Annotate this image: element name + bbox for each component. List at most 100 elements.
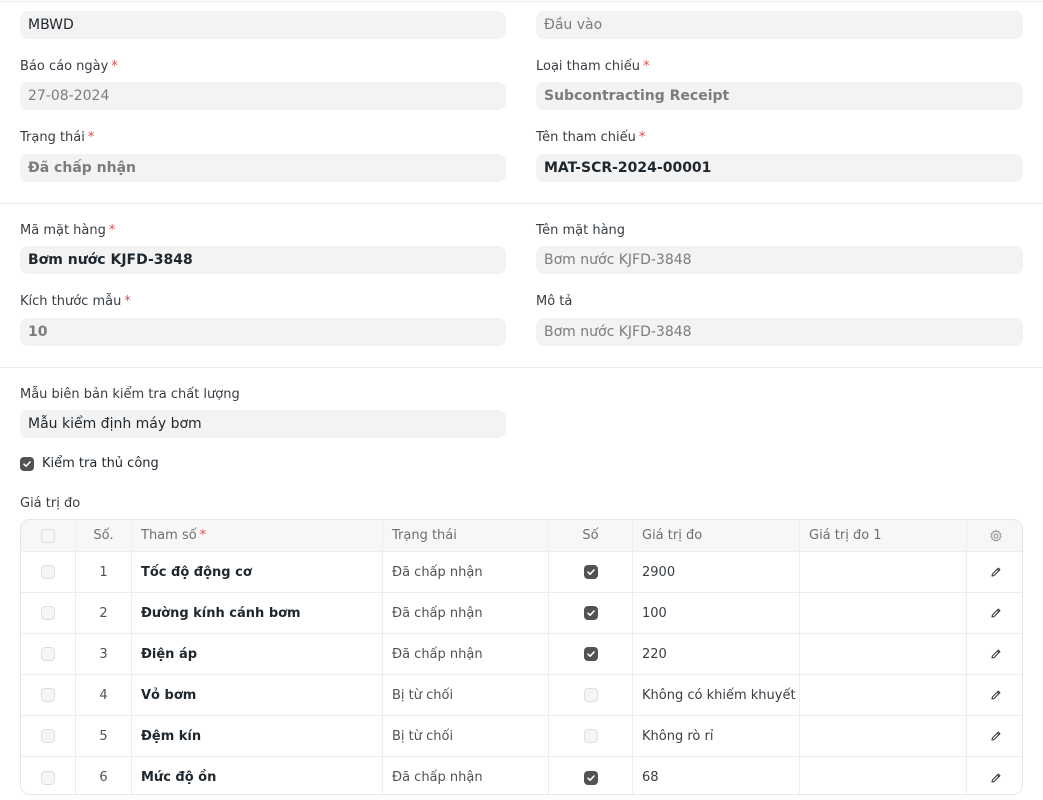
row-parameter[interactable]: Mức độ ồn (132, 757, 383, 794)
check-icon[interactable] (20, 456, 34, 471)
template-value: Mẫu kiểm định máy bơm (28, 416, 202, 432)
item-code-field[interactable]: Bơm nước KJFD-3848 (20, 246, 506, 274)
col-header-reading-1: Giá trị đo 1 (800, 520, 967, 551)
description-value: Bơm nước KJFD-3848 (544, 324, 692, 340)
row-numeric-checkbox[interactable] (583, 606, 598, 620)
row-numeric-checkbox[interactable] (583, 565, 598, 579)
row-select-checkbox[interactable] (41, 729, 55, 743)
row-index: 4 (76, 675, 132, 715)
pencil-icon (990, 730, 1002, 742)
row-reading-1[interactable] (800, 593, 967, 633)
reference-name-value: MAT-SCR-2024-00001 (544, 160, 712, 176)
table-row[interactable]: 6 Mức độ ồn Đã chấp nhận 68 (21, 757, 1022, 794)
row-reading-value[interactable]: 220 (633, 634, 800, 674)
readings-section-label: Giá trị đo (20, 496, 81, 511)
row-parameter[interactable]: Đệm kín (132, 716, 383, 756)
manual-inspection-label: Kiểm tra thủ công (42, 456, 159, 471)
select-all-cell (21, 520, 76, 551)
row-parameter[interactable]: Đường kính cánh bơm (132, 593, 383, 633)
pencil-icon (990, 772, 1002, 784)
sample-size-field[interactable]: 10 (20, 318, 506, 346)
row-reading-value[interactable]: Không có khiếm khuyết (633, 675, 800, 715)
row-reading-1[interactable] (800, 552, 967, 592)
reference-type-field[interactable]: Subcontracting Receipt (536, 82, 1023, 110)
row-select-checkbox[interactable] (41, 606, 55, 620)
row-select-checkbox[interactable] (41, 688, 55, 702)
item-name-value: Bơm nước KJFD-3848 (544, 252, 692, 268)
table-row[interactable]: 1 Tốc độ động cơ Đã chấp nhận 2900 (21, 552, 1022, 593)
row-reading-value[interactable]: 68 (633, 757, 800, 794)
table-row[interactable]: 5 Đệm kín Bị từ chối Không rò rỉ (21, 716, 1022, 757)
table-row[interactable]: 2 Đường kính cánh bơm Đã chấp nhận 100 (21, 593, 1022, 634)
row-numeric-checkbox[interactable] (583, 688, 598, 702)
col-header-parameter: Tham số * (132, 520, 383, 551)
item-code-value: Bơm nước KJFD-3848 (28, 252, 193, 268)
item-name-field[interactable]: Bơm nước KJFD-3848 (536, 246, 1023, 274)
pencil-icon (990, 607, 1002, 619)
row-edit-button[interactable] (967, 552, 1022, 592)
row-reading-1[interactable] (800, 716, 967, 756)
table-row[interactable]: 4 Vỏ bơm Bị từ chối Không có khiếm khuyế… (21, 675, 1022, 716)
status-label: Trạng thái * (20, 130, 95, 145)
row-edit-button[interactable] (967, 593, 1022, 633)
required-asterisk: * (124, 294, 131, 309)
report-date-field[interactable]: 27-08-2024 (20, 82, 506, 110)
row-edit-button[interactable] (967, 634, 1022, 674)
pencil-icon (990, 648, 1002, 660)
reference-type-label: Loại tham chiếu * (536, 59, 650, 74)
reference-name-field[interactable]: MAT-SCR-2024-00001 (536, 154, 1023, 182)
row-parameter[interactable]: Điện áp (132, 634, 383, 674)
row-select-checkbox[interactable] (41, 647, 55, 661)
row-index: 6 (76, 757, 132, 794)
row-edit-button[interactable] (967, 675, 1022, 715)
grid-settings-button[interactable] (967, 520, 1022, 551)
section-divider-top (0, 1, 1043, 2)
row-status[interactable]: Đã chấp nhận (383, 634, 549, 674)
required-asterisk: * (638, 130, 646, 145)
top-left-value: MBWD (28, 17, 74, 33)
row-index: 5 (76, 716, 132, 756)
row-reading-1[interactable] (800, 634, 967, 674)
row-status[interactable]: Đã chấp nhận (383, 757, 549, 794)
template-field[interactable]: Mẫu kiểm định máy bơm (20, 410, 506, 438)
top-left-field[interactable]: MBWD (20, 11, 506, 39)
row-parameter[interactable]: Vỏ bơm (132, 675, 383, 715)
row-edit-button[interactable] (967, 716, 1022, 756)
required-asterisk: * (199, 528, 207, 543)
select-all-checkbox[interactable] (41, 528, 55, 543)
reference-type-value: Subcontracting Receipt (544, 88, 730, 104)
row-reading-value[interactable]: 2900 (633, 552, 800, 592)
row-status[interactable]: Bị từ chối (383, 675, 549, 715)
row-reading-1[interactable] (800, 675, 967, 715)
description-field[interactable]: Bơm nước KJFD-3848 (536, 318, 1023, 346)
row-status[interactable]: Đã chấp nhận (383, 593, 549, 633)
row-parameter[interactable]: Tốc độ động cơ (132, 552, 383, 592)
sample-size-label: Kích thước mẫu * (20, 294, 131, 309)
row-index: 3 (76, 634, 132, 674)
row-status[interactable]: Đã chấp nhận (383, 552, 549, 592)
sample-size-value: 10 (28, 324, 48, 340)
row-reading-value[interactable]: Không rò rỉ (633, 716, 800, 756)
status-field[interactable]: Đã chấp nhận (20, 154, 506, 182)
top-right-value: Đầu vào (544, 17, 603, 33)
row-numeric-checkbox[interactable] (583, 647, 598, 661)
row-reading-value[interactable]: 100 (633, 593, 800, 633)
row-edit-button[interactable] (967, 757, 1022, 794)
row-reading-1[interactable] (800, 757, 967, 794)
required-asterisk: * (643, 59, 650, 74)
row-status[interactable]: Bị từ chối (383, 716, 549, 756)
top-right-field[interactable]: Đầu vào (536, 11, 1023, 39)
col-header-reading-value: Giá trị đo (633, 520, 800, 551)
row-numeric-checkbox[interactable] (583, 770, 598, 785)
table-row[interactable]: 3 Điện áp Đã chấp nhận 220 (21, 634, 1022, 675)
status-value: Đã chấp nhận (28, 160, 137, 176)
pencil-icon (990, 689, 1002, 701)
report-date-label: Báo cáo ngày * (20, 59, 118, 74)
row-select-checkbox[interactable] (41, 565, 55, 579)
readings-table: Số. Tham số * Trạng thái Số Giá trị đo Gi… (20, 519, 1023, 795)
row-numeric-checkbox[interactable] (583, 729, 598, 743)
row-select-checkbox[interactable] (41, 770, 55, 785)
col-header-numeric: Số (549, 520, 633, 551)
manual-inspection-checkbox[interactable]: Kiểm tra thủ công (20, 456, 159, 471)
report-date-value: 27-08-2024 (28, 88, 110, 104)
